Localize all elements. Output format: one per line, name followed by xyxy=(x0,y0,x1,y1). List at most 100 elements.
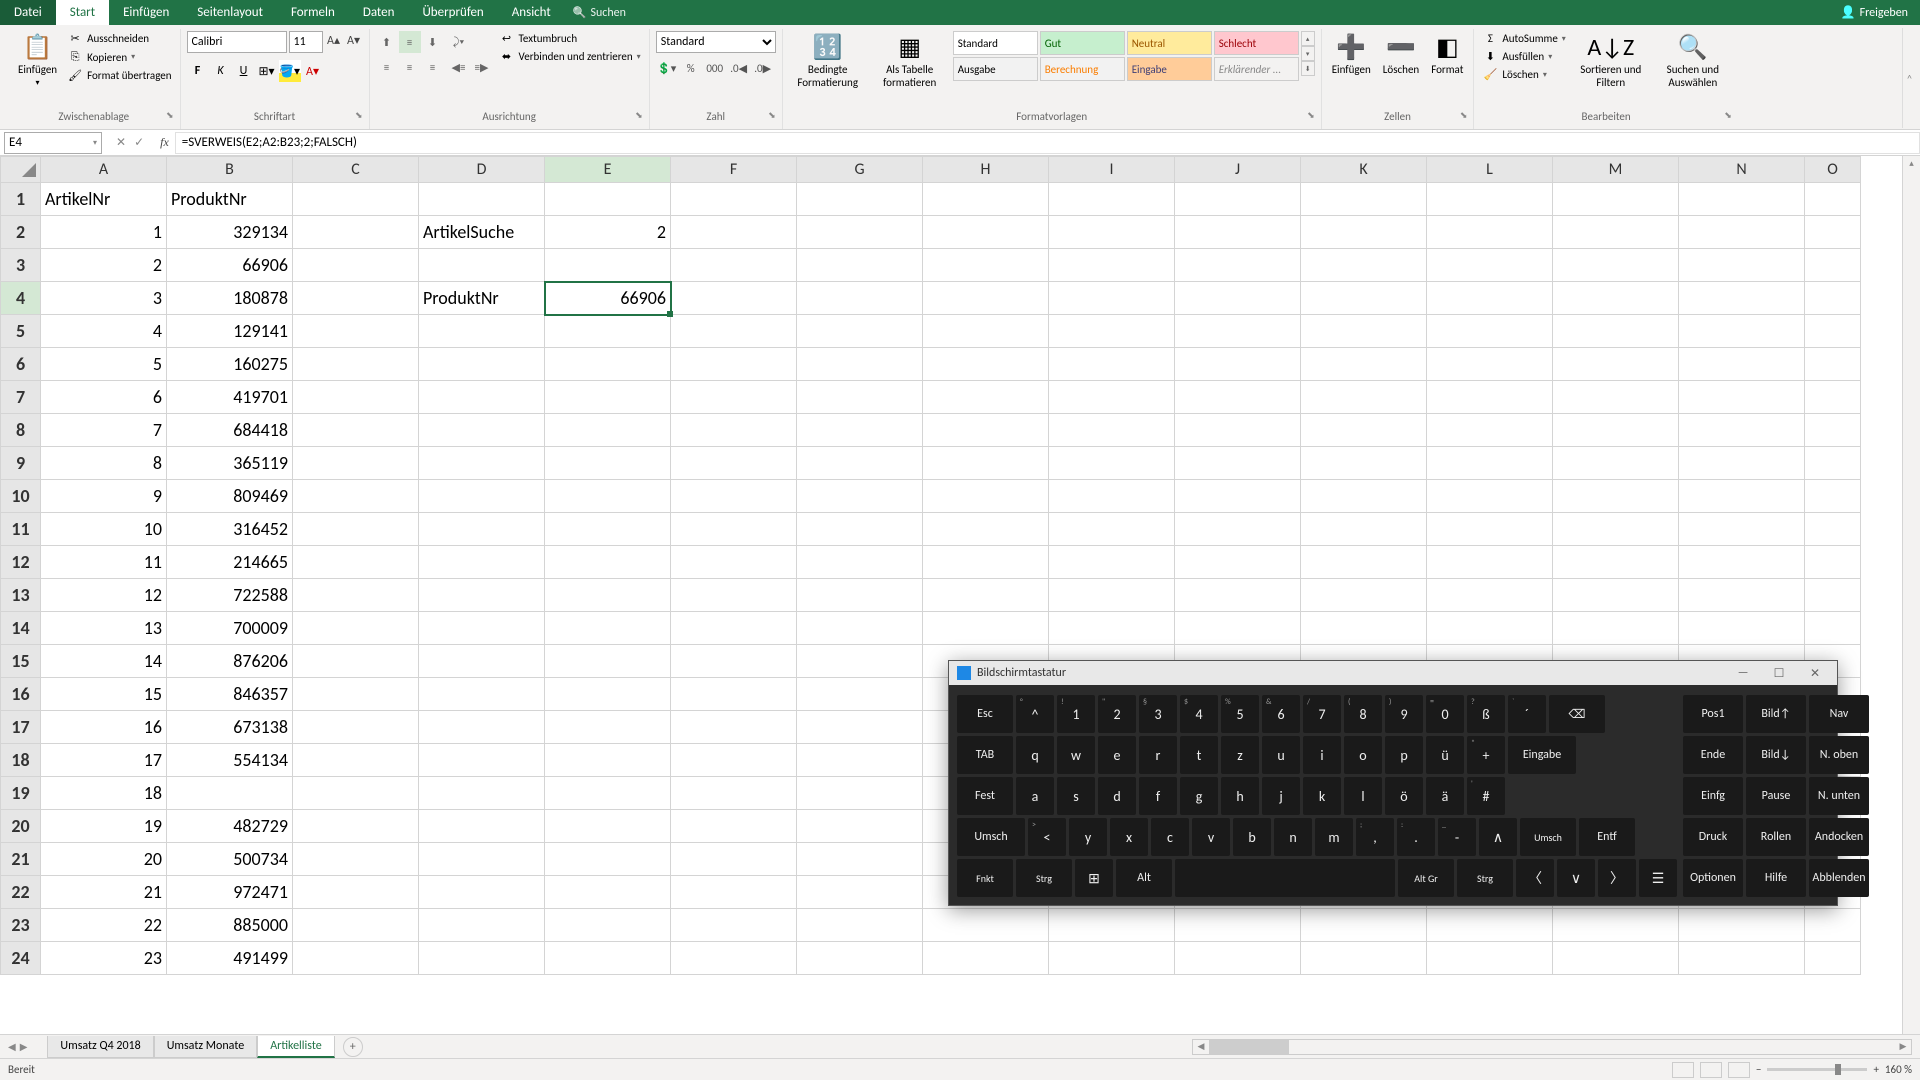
cell-J2[interactable] xyxy=(1175,216,1301,249)
add-sheet-button[interactable]: + xyxy=(343,1037,363,1057)
key-⊞[interactable]: ⊞ xyxy=(1075,859,1113,897)
osk-close-button[interactable]: ✕ xyxy=(1801,666,1829,681)
font-name-select[interactable] xyxy=(187,31,287,53)
cell-A10[interactable]: 9 xyxy=(41,480,167,513)
key-⌫[interactable]: ⌫ xyxy=(1549,695,1605,733)
key-Nav[interactable]: Nav xyxy=(1809,695,1869,733)
cell-G9[interactable] xyxy=(797,447,923,480)
cell-F24[interactable] xyxy=(671,942,797,975)
cell-K4[interactable] xyxy=(1301,282,1427,315)
cell-L9[interactable] xyxy=(1427,447,1553,480)
key-x[interactable]: x xyxy=(1110,818,1148,856)
cell-A20[interactable]: 19 xyxy=(41,810,167,843)
key-n[interactable]: n xyxy=(1274,818,1312,856)
column-header-L[interactable]: L xyxy=(1427,157,1553,183)
row-header-4[interactable]: 4 xyxy=(1,282,41,315)
cell-G4[interactable] xyxy=(797,282,923,315)
key-Umsch[interactable]: Umsch xyxy=(1520,818,1576,856)
cell-N7[interactable] xyxy=(1679,381,1805,414)
cell-F23[interactable] xyxy=(671,909,797,942)
key-∧[interactable]: ∧ xyxy=(1479,818,1517,856)
row-header-10[interactable]: 10 xyxy=(1,480,41,513)
cell-M9[interactable] xyxy=(1553,447,1679,480)
menu-überprüfen[interactable]: Überprüfen xyxy=(408,0,497,25)
cell-D14[interactable] xyxy=(419,612,545,645)
cell-E24[interactable] xyxy=(545,942,671,975)
key-Alt Gr[interactable]: Alt Gr xyxy=(1398,859,1454,897)
cell-B7[interactable]: 419701 xyxy=(167,381,293,414)
cell-M12[interactable] xyxy=(1553,546,1679,579)
cell-K7[interactable] xyxy=(1301,381,1427,414)
key-☰[interactable]: ☰ xyxy=(1639,859,1677,897)
cell-D13[interactable] xyxy=(419,579,545,612)
key--[interactable]: _- xyxy=(1438,818,1476,856)
key-Pause[interactable]: Pause xyxy=(1746,777,1806,815)
cell-A23[interactable]: 22 xyxy=(41,909,167,942)
key-Alt[interactable]: Alt xyxy=(1116,859,1172,897)
cell-D23[interactable] xyxy=(419,909,545,942)
sheet-tab-2[interactable]: Artikelliste xyxy=(257,1036,335,1058)
column-header-D[interactable]: D xyxy=(419,157,545,183)
key-t[interactable]: t xyxy=(1180,736,1218,774)
row-header-16[interactable]: 16 xyxy=(1,678,41,711)
cell-A4[interactable]: 3 xyxy=(41,282,167,315)
cell-E8[interactable] xyxy=(545,414,671,447)
cell-G24[interactable] xyxy=(797,942,923,975)
cell-G20[interactable] xyxy=(797,810,923,843)
cell-C2[interactable] xyxy=(293,216,419,249)
cell-M1[interactable] xyxy=(1553,183,1679,216)
key-u[interactable]: u xyxy=(1262,736,1300,774)
clear-button[interactable]: 🧹Löschen xyxy=(1480,67,1567,82)
cell-H10[interactable] xyxy=(923,480,1049,513)
cell-E20[interactable] xyxy=(545,810,671,843)
cell-J8[interactable] xyxy=(1175,414,1301,447)
cell-H12[interactable] xyxy=(923,546,1049,579)
cell-B13[interactable]: 722588 xyxy=(167,579,293,612)
cell-K6[interactable] xyxy=(1301,348,1427,381)
cell-B8[interactable]: 684418 xyxy=(167,414,293,447)
key-p[interactable]: p xyxy=(1385,736,1423,774)
row-header-11[interactable]: 11 xyxy=(1,513,41,546)
key-0[interactable]: =0 xyxy=(1426,695,1464,733)
key-space[interactable] xyxy=(1175,859,1395,897)
cell-A17[interactable]: 16 xyxy=(41,711,167,744)
cell-G2[interactable] xyxy=(797,216,923,249)
cell-J3[interactable] xyxy=(1175,249,1301,282)
cell-I12[interactable] xyxy=(1049,546,1175,579)
key-ü[interactable]: ü xyxy=(1426,736,1464,774)
cell-G5[interactable] xyxy=(797,315,923,348)
cell-O2[interactable] xyxy=(1805,216,1861,249)
formula-input[interactable] xyxy=(175,132,1920,154)
cell-E6[interactable] xyxy=(545,348,671,381)
cell-O4[interactable] xyxy=(1805,282,1861,315)
cell-K12[interactable] xyxy=(1301,546,1427,579)
column-header-G[interactable]: G xyxy=(797,157,923,183)
cell-J4[interactable] xyxy=(1175,282,1301,315)
row-header-12[interactable]: 12 xyxy=(1,546,41,579)
cell-K2[interactable] xyxy=(1301,216,1427,249)
cell-F4[interactable] xyxy=(671,282,797,315)
key-〉[interactable]: 〉 xyxy=(1598,859,1636,897)
cell-L3[interactable] xyxy=(1427,249,1553,282)
cell-N23[interactable] xyxy=(1679,909,1805,942)
autosum-button[interactable]: ΣAutoSumme xyxy=(1480,31,1567,46)
cell-C21[interactable] xyxy=(293,843,419,876)
cell-M10[interactable] xyxy=(1553,480,1679,513)
cell-H5[interactable] xyxy=(923,315,1049,348)
column-header-A[interactable]: A xyxy=(41,157,167,183)
cell-E9[interactable] xyxy=(545,447,671,480)
key-.[interactable]: :. xyxy=(1397,818,1435,856)
cell-I24[interactable] xyxy=(1049,942,1175,975)
cell-L13[interactable] xyxy=(1427,579,1553,612)
cell-C22[interactable] xyxy=(293,876,419,909)
copy-button[interactable]: ⎘Kopieren xyxy=(65,49,173,65)
cell-G7[interactable] xyxy=(797,381,923,414)
cell-K13[interactable] xyxy=(1301,579,1427,612)
key-k[interactable]: k xyxy=(1303,777,1341,815)
cell-D24[interactable] xyxy=(419,942,545,975)
row-header-8[interactable]: 8 xyxy=(1,414,41,447)
cell-O7[interactable] xyxy=(1805,381,1861,414)
cell-M8[interactable] xyxy=(1553,414,1679,447)
decrease-font-button[interactable]: A▾ xyxy=(345,31,363,49)
cell-H23[interactable] xyxy=(923,909,1049,942)
